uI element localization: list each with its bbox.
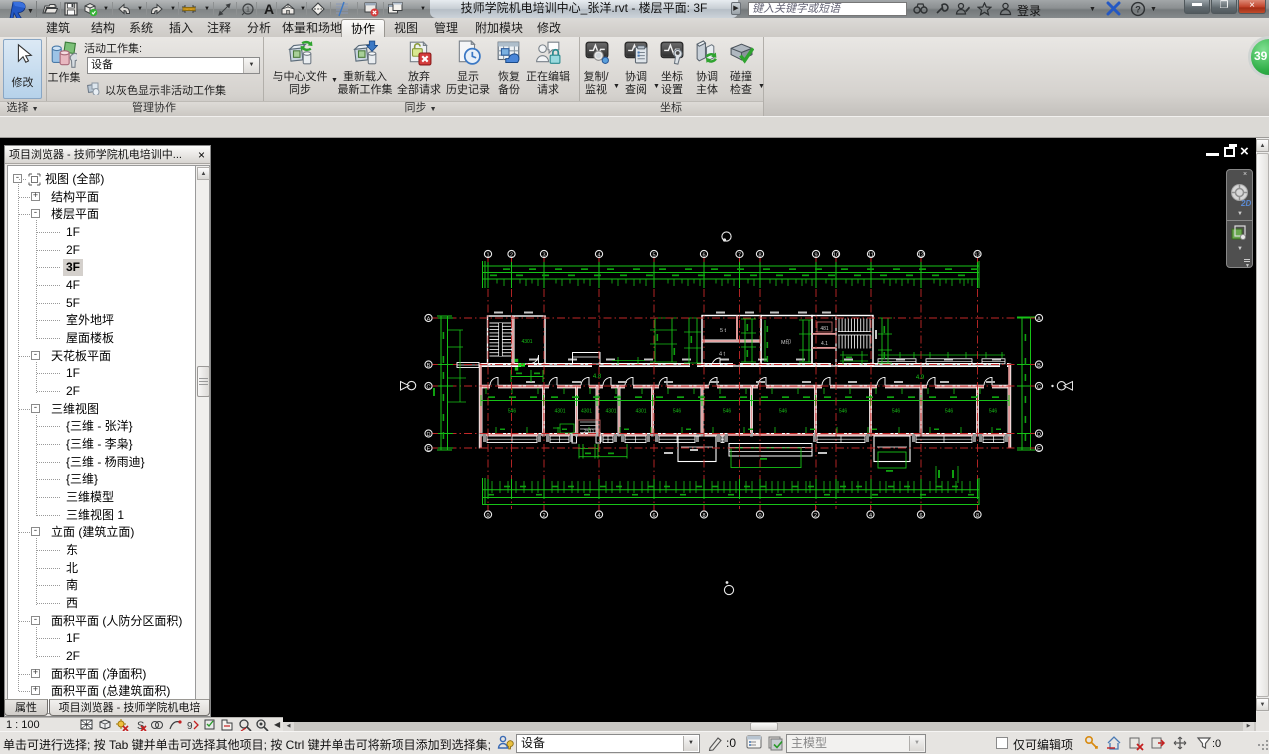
svg-text:4301: 4301	[581, 409, 592, 415]
svg-text:0: 0	[758, 513, 761, 519]
svg-text:0: 0	[486, 513, 489, 519]
svg-text:12: 12	[918, 252, 924, 258]
svg-text:A: A	[264, 1, 274, 17]
svg-text:4301: 4301	[605, 409, 616, 415]
svg-text:D: D	[1037, 432, 1041, 438]
svg-text:1: 1	[246, 7, 250, 14]
svg-text:546: 546	[673, 409, 682, 415]
svg-text:9: 9	[814, 252, 817, 258]
svg-text:M印: M印	[781, 339, 792, 346]
svg-text:7: 7	[738, 252, 741, 258]
svg-text:8: 8	[758, 252, 761, 258]
svg-text:3: 3	[542, 252, 545, 258]
svg-text:4: 4	[869, 513, 872, 519]
svg-text:B: B	[427, 363, 431, 369]
svg-text:546: 546	[945, 409, 954, 415]
svg-text:6: 6	[652, 513, 655, 519]
svg-text:546: 546	[892, 409, 901, 415]
svg-text:4.9: 4.9	[916, 375, 925, 381]
svg-text:4301: 4301	[635, 409, 646, 415]
svg-text:4.8: 4.8	[593, 374, 602, 380]
svg-text:2511: 2511	[584, 429, 595, 435]
svg-text:4 t: 4 t	[719, 352, 726, 358]
svg-text:10: 10	[833, 252, 839, 258]
svg-text:6: 6	[919, 513, 922, 519]
svg-text:E: E	[427, 446, 431, 452]
svg-text:C: C	[1037, 384, 1041, 390]
svg-text:5: 5	[652, 252, 655, 258]
svg-text:4: 4	[597, 252, 600, 258]
svg-text:E: E	[1037, 446, 1041, 452]
svg-text:546: 546	[723, 409, 732, 415]
svg-text:6: 6	[702, 252, 705, 258]
svg-text:4301: 4301	[554, 409, 565, 415]
svg-text:A: A	[1037, 316, 1041, 322]
svg-text:8: 8	[702, 513, 705, 519]
svg-text:C: C	[427, 384, 431, 390]
svg-text:1: 1	[486, 252, 489, 258]
svg-text:4.1: 4.1	[821, 341, 828, 347]
svg-text:?: ?	[1135, 4, 1141, 15]
svg-text:4301: 4301	[521, 339, 532, 345]
svg-text:481: 481	[820, 326, 829, 332]
svg-text:546: 546	[839, 409, 848, 415]
svg-text:A: A	[427, 316, 431, 322]
svg-text:11: 11	[868, 252, 874, 258]
svg-text:2: 2	[510, 252, 513, 258]
svg-text:13: 13	[974, 252, 980, 258]
svg-text:546: 546	[779, 409, 788, 415]
svg-text:546: 546	[508, 409, 517, 415]
svg-text:546: 546	[989, 409, 998, 415]
svg-text:2: 2	[814, 513, 817, 519]
svg-text:5 t: 5 t	[720, 328, 727, 334]
svg-text:B: B	[1037, 363, 1041, 369]
svg-text:8: 8	[976, 513, 979, 519]
svg-text:2: 2	[542, 513, 545, 519]
svg-text:4: 4	[597, 513, 600, 519]
svg-text:D: D	[427, 432, 431, 438]
